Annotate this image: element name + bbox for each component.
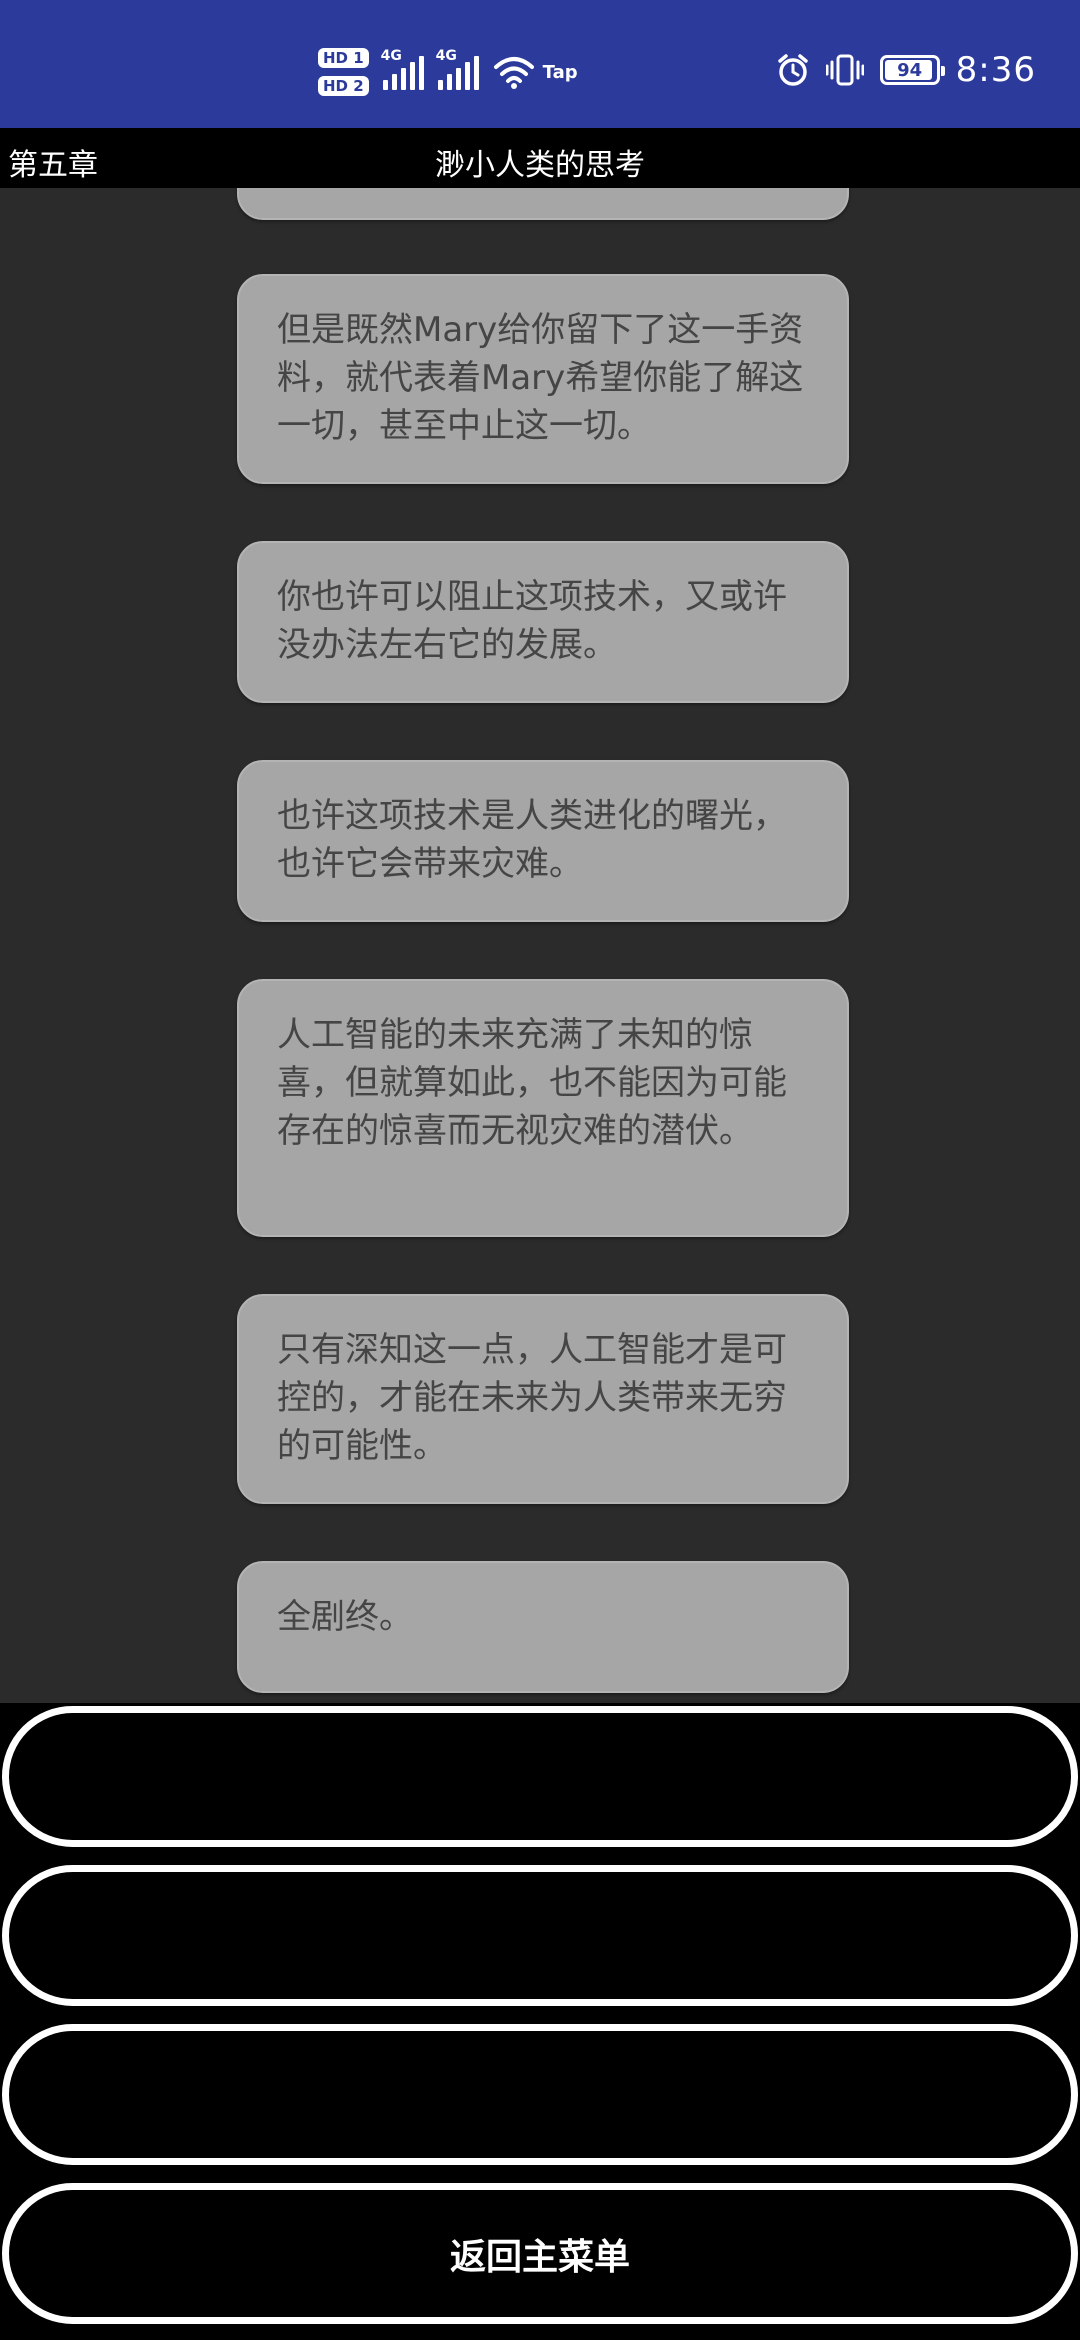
choice-button-1[interactable] <box>2 1706 1078 1847</box>
status-right: 94 8:36 <box>776 50 1036 90</box>
sim2-indicator: HD 2 <box>318 76 369 96</box>
choice-button-2[interactable] <box>2 1865 1078 2006</box>
sim-indicators: HD 1 HD 2 <box>318 48 369 96</box>
clock: 8:36 <box>955 50 1036 90</box>
vibrate-icon <box>825 54 864 86</box>
network2-label: 4G <box>435 48 457 64</box>
status-bar: HD 1 HD 2 4G 4G Tap 94 8:36 <box>0 0 1080 128</box>
signal-icon: 4G <box>436 48 479 90</box>
dialog-bubble: 也许这项技术是人类进化的曙光，也许它会带来灾难。 <box>237 760 849 922</box>
signal-icon: 4G <box>381 48 424 90</box>
battery-level-text: 94 <box>897 59 923 81</box>
dialog-bubble <box>237 188 849 220</box>
network1-label: 4G <box>380 48 402 64</box>
battery-icon: 94 <box>879 55 945 85</box>
wifi-extra-label: Tap <box>542 61 578 83</box>
dialog-bubble: 人工智能的未来充满了未知的惊喜，但就算如此，也不能因为可能存在的惊喜而无视灾难的… <box>237 979 849 1237</box>
dialog-bubble: 只有深知这一点，人工智能才是可控的，才能在未来为人类带来无穷的可能性。 <box>237 1294 849 1504</box>
sim1-label: HD 1 <box>318 48 369 68</box>
wifi-icon <box>493 57 534 89</box>
choice-button-3[interactable] <box>2 2024 1078 2165</box>
choice-panel: 返回主菜单 <box>0 1703 1080 2340</box>
status-left: HD 1 HD 2 4G 4G Tap <box>318 48 578 96</box>
dialog-bubble: 你也许可以阻止这项技术，又或许没办法左右它的发展。 <box>237 541 849 703</box>
sim1-indicator: HD 1 <box>318 48 369 68</box>
alarm-icon <box>777 54 808 86</box>
return-main-menu-button[interactable]: 返回主菜单 <box>2 2183 1078 2324</box>
dialog-bubble: 全剧终。 <box>237 1561 849 1693</box>
chapter-header: 第五章 渺小人类的思考 <box>0 128 1080 188</box>
dialog-scroll-area[interactable]: 但是既然Mary给你留下了这一手资料，就代表着Mary希望你能了解这一切，甚至中… <box>0 188 1080 1703</box>
dialog-bubble: 但是既然Mary给你留下了这一手资料，就代表着Mary希望你能了解这一切，甚至中… <box>237 274 849 484</box>
sim2-label: HD 2 <box>318 76 369 96</box>
page-title: 渺小人类的思考 <box>435 148 645 183</box>
